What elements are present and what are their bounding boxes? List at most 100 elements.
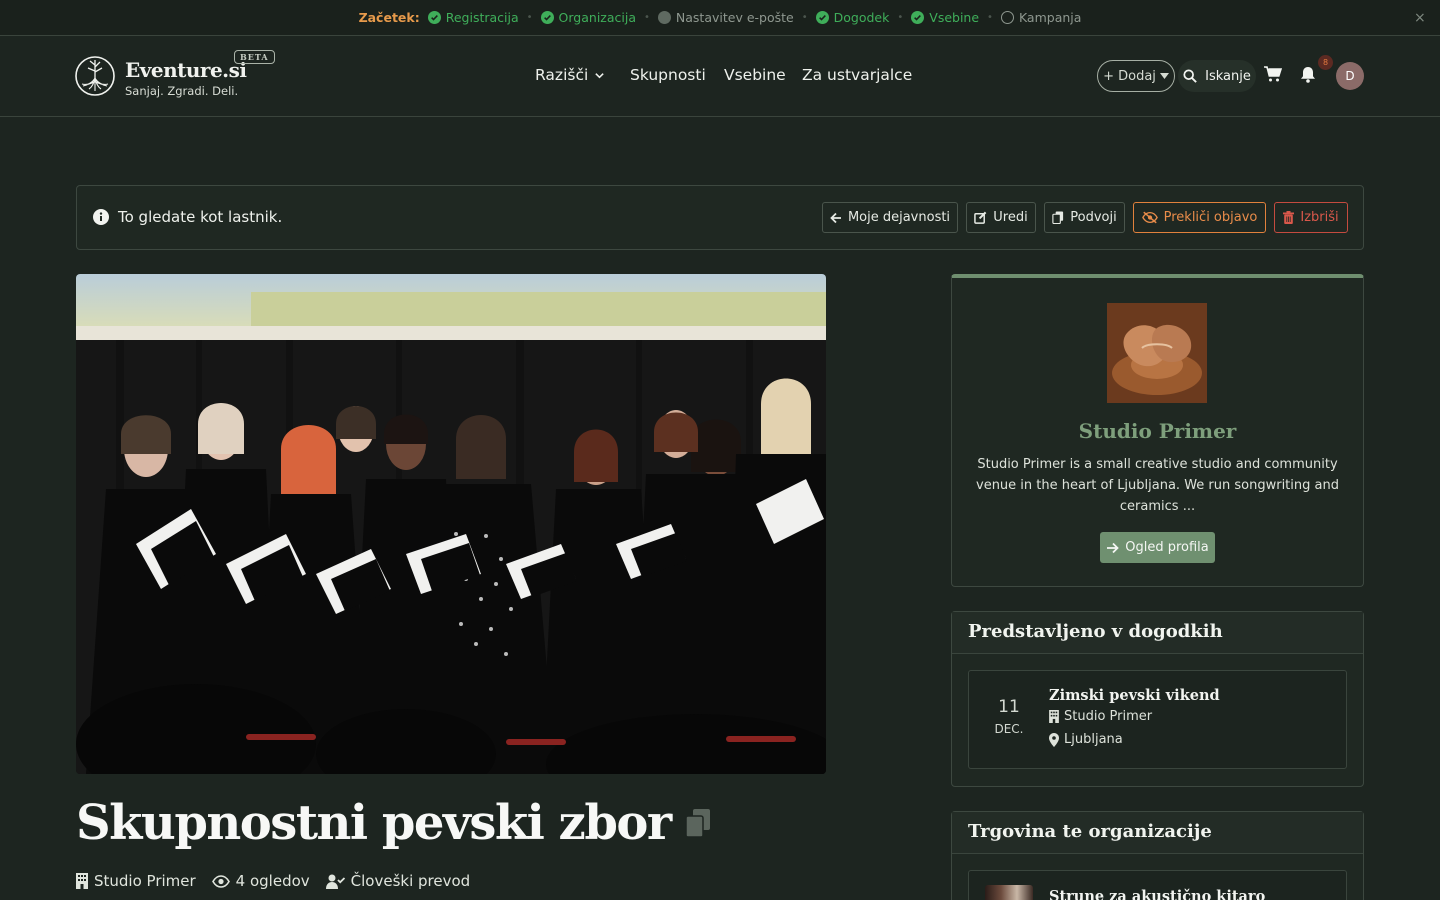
event-day: 11 [998, 697, 1020, 717]
onboarding-start-label: Začetek: [358, 10, 420, 25]
search-icon [1183, 69, 1197, 83]
owner-message: To gledate kot lastnik. [93, 208, 282, 226]
step-separator: • [801, 12, 808, 23]
arrow-right-icon [1107, 542, 1120, 553]
search-button[interactable]: Iskanje [1178, 60, 1256, 92]
nav-link-razisci[interactable]: Razišči [535, 66, 605, 84]
onboarding-step-label: Kampanja [1018, 10, 1082, 25]
featured-events-heading: Predstavljeno v dogodkih [968, 621, 1223, 642]
nav-link-label: Razišči [535, 66, 589, 84]
duplicate-button[interactable]: Podvoji [1044, 202, 1125, 233]
button-label: Podvoji [1070, 210, 1117, 225]
button-label: Moje dejavnosti [847, 210, 951, 225]
onboarding-step-registracija[interactable]: Registracija [427, 10, 519, 25]
onboarding-step-vsebine[interactable]: Vsebine [911, 10, 979, 25]
button-label: Prekliči objavo [1163, 210, 1258, 225]
event-title[interactable]: Zimski pevski vikend [1049, 687, 1220, 704]
step-separator: • [897, 12, 904, 23]
brand-name[interactable]: Eventure.si [125, 58, 247, 82]
eye-icon [211, 874, 230, 888]
notification-count-badge: 8 [1318, 55, 1333, 70]
button-label: Izbriši [1300, 210, 1339, 225]
cart-icon[interactable] [1264, 66, 1282, 82]
copy-icon [1052, 211, 1064, 224]
event-location-name: Ljubljana [1064, 732, 1123, 747]
shop-heading: Trgovina te organizacije [968, 821, 1212, 842]
event-item[interactable]: 11 DEC. Zimski pevski vikend Studio Prim… [968, 670, 1347, 769]
main-navbar: Eventure.si Sanjaj. Zgradi. Deli. BETA R… [0, 37, 1440, 117]
partial-circle-icon [657, 11, 671, 24]
step-separator: • [526, 12, 533, 23]
onboarding-step-email[interactable]: Nastavitev e-pošte [657, 10, 794, 25]
organizer-meta[interactable]: Studio Primer [76, 872, 196, 890]
event-month: DEC. [994, 722, 1024, 736]
check-circle-icon [427, 11, 441, 24]
copy-link-icon[interactable] [684, 808, 711, 838]
onboarding-step-label: Nastavitev e-pošte [675, 10, 794, 25]
organization-shop-card: Trgovina te organizacije Strune za akust… [951, 811, 1364, 900]
tree-logo-icon[interactable] [74, 55, 116, 97]
arrow-left-icon [830, 212, 841, 223]
close-onboarding-button[interactable]: × [1414, 10, 1426, 26]
shop-item[interactable]: Strune za akustično kitaro [968, 870, 1347, 900]
shop-item-thumbnail [985, 885, 1033, 900]
nav-link-za-ustvarjalce[interactable]: Za ustvarjalce [802, 66, 912, 84]
empty-circle-icon [1000, 11, 1014, 24]
step-separator: • [644, 12, 650, 23]
onboarding-step-organizacija[interactable]: Organizacija [540, 10, 636, 25]
delete-button[interactable]: Izbriši [1274, 202, 1348, 233]
organization-name[interactable]: Studio Primer [952, 419, 1363, 443]
map-pin-icon [1049, 732, 1059, 747]
step-separator: • [987, 12, 993, 23]
caret-down-icon [1159, 73, 1169, 79]
activity-title-row: Skupnostni pevski zbor [76, 795, 711, 851]
card-header: Predstavljeno v dogodkih [952, 612, 1363, 654]
view-profile-label: Ogled profila [1125, 540, 1209, 555]
activity-meta: Studio Primer 4 ogledov Človeški prevod [76, 872, 470, 890]
event-organizer-name: Studio Primer [1064, 709, 1153, 724]
owner-message-text: To gledate kot lastnik. [118, 208, 283, 226]
edit-button[interactable]: Uredi [966, 202, 1036, 233]
chevron-down-icon [595, 72, 604, 78]
check-circle-icon [540, 11, 554, 24]
translation-meta: Človeški prevod [325, 872, 471, 890]
my-activities-button[interactable]: Moje dejavnosti [822, 202, 958, 233]
organization-description: Studio Primer is a small creative studio… [976, 457, 1339, 514]
onboarding-step-label: Dogodek [833, 10, 890, 25]
trash-icon [1283, 211, 1295, 224]
organization-image [1107, 303, 1207, 403]
activity-title: Skupnostni pevski zbor [76, 795, 672, 851]
event-organizer: Studio Primer [1049, 709, 1152, 724]
bell-icon[interactable] [1300, 66, 1316, 83]
beta-badge: BETA [234, 50, 275, 64]
onboarding-bar: Začetek: Registracija • Organizacija • N… [0, 0, 1440, 36]
onboarding-step-label: Registracija [445, 10, 519, 25]
search-label: Iskanje [1205, 68, 1251, 84]
info-circle-icon [93, 209, 109, 225]
building-icon [76, 873, 88, 889]
eye-slash-icon [1141, 211, 1158, 224]
shop-item-name[interactable]: Strune za akustično kitaro [1049, 888, 1265, 900]
view-profile-button[interactable]: Ogled profila [1100, 532, 1215, 563]
views-meta: 4 ogledov [211, 872, 310, 890]
onboarding-step-label: Vsebine [929, 10, 980, 25]
activity-cover-image [76, 274, 826, 774]
add-dropdown-button[interactable]: + Dodaj [1097, 60, 1175, 92]
nav-link-vsebine[interactable]: Vsebine [724, 66, 786, 84]
views-count: 4 ogledov [235, 872, 310, 890]
organization-card: Studio Primer Studio Primer is a small c… [951, 274, 1364, 587]
event-location: Ljubljana [1049, 732, 1123, 747]
user-avatar[interactable]: D [1336, 62, 1364, 90]
featured-events-card: Predstavljeno v dogodkih 11 DEC. Zimski … [951, 611, 1364, 787]
onboarding-step-kampanja[interactable]: Kampanja [1000, 10, 1082, 25]
add-label: + Dodaj [1103, 68, 1156, 84]
user-check-icon [325, 874, 345, 889]
unpublish-button[interactable]: Prekliči objavo [1133, 202, 1266, 233]
translation-label: Človeški prevod [350, 872, 471, 890]
nav-link-skupnosti[interactable]: Skupnosti [630, 66, 706, 84]
check-circle-icon [815, 11, 829, 24]
onboarding-step-label: Organizacija [558, 10, 636, 25]
brand-tagline: Sanjaj. Zgradi. Deli. [125, 84, 239, 98]
onboarding-step-dogodek[interactable]: Dogodek [815, 10, 890, 25]
card-header: Trgovina te organizacije [952, 812, 1363, 854]
